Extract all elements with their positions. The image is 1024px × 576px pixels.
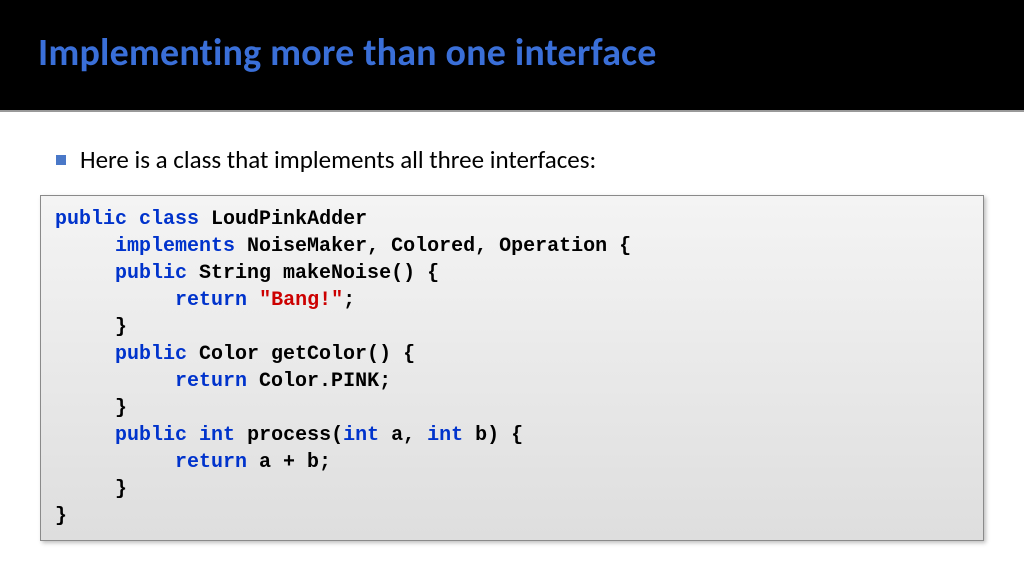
- code-text: [55, 343, 115, 366]
- code-text: b) {: [463, 424, 523, 447]
- code-text: }: [55, 505, 67, 528]
- slide-title: Implementing more than one interface: [38, 30, 986, 76]
- code-text: ;: [343, 289, 355, 312]
- string-literal: "Bang!": [259, 289, 343, 312]
- code-text: Color getColor() {: [187, 343, 415, 366]
- bullet-text: Here is a class that implements all thre…: [80, 144, 596, 177]
- slide-body: Here is a class that implements all thre…: [0, 112, 1024, 541]
- keyword: return: [175, 370, 247, 393]
- keyword: public: [115, 424, 187, 447]
- code-text: }: [115, 316, 127, 339]
- code-text: LoudPinkAdder: [199, 208, 367, 231]
- keyword: int: [199, 424, 235, 447]
- bullet-item: Here is a class that implements all thre…: [38, 144, 986, 177]
- code-text: a,: [379, 424, 427, 447]
- code-text: [55, 289, 175, 312]
- code-text: [247, 289, 259, 312]
- code-text: Color.PINK;: [247, 370, 391, 393]
- keyword: int: [427, 424, 463, 447]
- code-text: [127, 208, 139, 231]
- code-text: }: [115, 478, 127, 501]
- keyword: public: [115, 262, 187, 285]
- keyword: class: [139, 208, 199, 231]
- code-text: }: [115, 397, 127, 420]
- code-text: [55, 424, 115, 447]
- code-text: [55, 316, 115, 339]
- keyword: return: [175, 451, 247, 474]
- keyword: int: [343, 424, 379, 447]
- slide-header: Implementing more than one interface: [0, 0, 1024, 112]
- code-text: String makeNoise() {: [187, 262, 439, 285]
- keyword: public: [55, 208, 127, 231]
- code-text: [55, 262, 115, 285]
- bullet-icon: [56, 155, 66, 165]
- code-text: [55, 397, 115, 420]
- code-text: [55, 478, 115, 501]
- keyword: public: [115, 343, 187, 366]
- code-text: a + b;: [247, 451, 331, 474]
- code-text: NoiseMaker, Colored, Operation {: [235, 235, 631, 258]
- keyword: return: [175, 289, 247, 312]
- code-block: public class LoudPinkAdder implements No…: [40, 195, 984, 541]
- code-text: [55, 235, 115, 258]
- code-text: [55, 370, 175, 393]
- code-text: process(: [235, 424, 343, 447]
- code-text: [187, 424, 199, 447]
- keyword: implements: [115, 235, 235, 258]
- code-text: [55, 451, 175, 474]
